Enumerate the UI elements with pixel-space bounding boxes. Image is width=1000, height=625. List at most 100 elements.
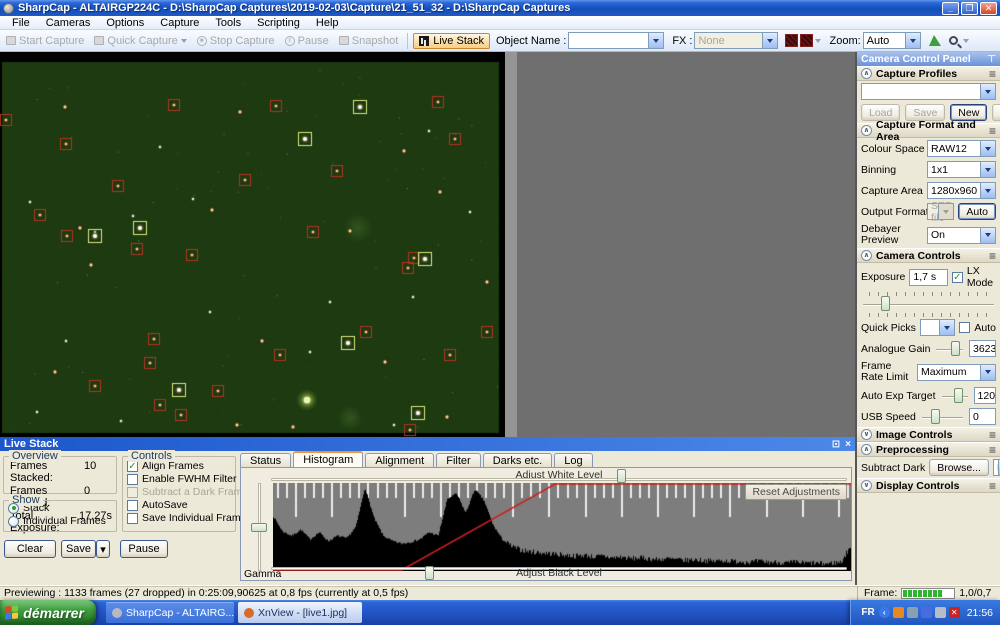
save-dropdown-button[interactable]: ▾ — [96, 540, 110, 558]
gamma-thumb[interactable] — [251, 523, 267, 532]
frame-rate-select[interactable]: Maximum — [917, 364, 996, 381]
lx-mode-checkbox[interactable]: ✓ — [952, 272, 963, 283]
gain-slider[interactable] — [934, 341, 965, 357]
checkbox-subtract-a-dark-frame[interactable]: ✓Subtract a Dark Frame — [123, 485, 235, 498]
sharpcap-app-icon[interactable] — [3, 3, 14, 14]
live-stack-button[interactable]: Live Stack — [413, 33, 490, 49]
chevron-down-icon[interactable] — [980, 228, 995, 243]
section-image-controls[interactable]: ∨ Image Controls ≡ — [857, 427, 1000, 442]
checkbox-icon[interactable]: ✓ — [127, 461, 138, 472]
section-menu-icon[interactable]: ≡ — [989, 124, 996, 138]
menu-item-options[interactable]: Options — [98, 16, 152, 29]
colour-adjust-icon[interactable] — [785, 34, 798, 47]
section-display-controls[interactable]: ∨ Display Controls ≡ — [857, 478, 1000, 493]
debayer-preview-select[interactable]: On — [927, 227, 996, 244]
reset-adjustments-button[interactable]: Reset Adjustments — [745, 484, 847, 500]
tab-log[interactable]: Log — [554, 453, 592, 467]
section-menu-icon[interactable]: ≡ — [989, 479, 996, 493]
close-icon[interactable]: × — [845, 439, 851, 450]
quick-picks-select[interactable] — [920, 319, 956, 336]
exposure-slider[interactable] — [861, 296, 996, 312]
menu-item-tools[interactable]: Tools — [207, 16, 249, 29]
chevron-down-icon[interactable] — [648, 33, 663, 48]
profile-select[interactable] — [861, 83, 996, 100]
radio-icon[interactable] — [8, 503, 19, 514]
exposure-input[interactable]: 1,7 s — [909, 269, 948, 286]
chevron-down-icon[interactable] — [980, 365, 995, 380]
colour-space-select[interactable]: RAW12 — [927, 140, 996, 157]
fx-select[interactable]: None — [694, 32, 778, 49]
menu-item-capture[interactable]: Capture — [152, 16, 207, 29]
white-level-thumb[interactable] — [617, 469, 626, 483]
restore-button[interactable]: ❐ — [961, 2, 978, 15]
section-menu-icon[interactable]: ≡ — [989, 67, 996, 81]
start-capture-button[interactable]: Start Capture — [2, 34, 88, 48]
hide-icons-icon[interactable]: ‹ — [879, 607, 890, 618]
expand-icon[interactable]: ∨ — [861, 480, 872, 491]
quick-capture-button[interactable]: Quick Capture — [90, 34, 190, 48]
antivirus-tray-icon[interactable] — [893, 607, 904, 618]
pin-icon[interactable]: ⊤ — [987, 54, 996, 65]
section-menu-icon[interactable]: ≡ — [989, 428, 996, 442]
section-capture-format[interactable]: ∧ Capture Format and Area ≡ — [857, 123, 1000, 138]
checkbox-enable-fwhm-filter[interactable]: ✓Enable FWHM Filter — [123, 472, 235, 485]
tab-alignment[interactable]: Alignment — [365, 453, 434, 467]
checkbox-save-individual-frames[interactable]: ✓Save Individual Frames — [123, 511, 235, 524]
section-capture-profiles[interactable]: ∧ Capture Profiles ≡ — [857, 66, 1000, 81]
capture-area-select[interactable]: 1280x960 — [927, 182, 996, 199]
chevron-down-icon[interactable] — [938, 204, 953, 219]
magnifier-icon[interactable] — [949, 36, 958, 45]
collapse-icon[interactable]: ∧ — [861, 68, 872, 79]
exposure-slider-thumb[interactable] — [881, 296, 890, 311]
error-tray-icon[interactable]: ✕ — [949, 607, 960, 618]
browse-dark-button[interactable]: Browse... — [929, 459, 989, 476]
chevron-down-icon[interactable] — [762, 33, 777, 48]
gain-slider-thumb[interactable] — [951, 341, 960, 356]
black-level-thumb[interactable] — [425, 566, 434, 580]
chevron-down-icon[interactable] — [939, 320, 954, 335]
auto-exp-slider-thumb[interactable] — [954, 388, 963, 403]
checkbox-icon[interactable]: ✓ — [127, 513, 138, 524]
tray-app3-icon[interactable] — [935, 607, 946, 618]
black-level-slider[interactable]: Adjust Black Level — [271, 566, 847, 579]
save-button[interactable]: Save — [61, 540, 96, 558]
quick-picks-auto-checkbox[interactable]: ✓ — [959, 322, 970, 333]
chevron-down-icon[interactable] — [963, 39, 969, 43]
tab-filter[interactable]: Filter — [436, 453, 480, 467]
stop-capture-button[interactable]: ■Stop Capture — [193, 34, 279, 48]
chevron-down-icon[interactable] — [980, 141, 995, 156]
profile-set-default-button[interactable]: Set Default — [992, 104, 1000, 121]
chevron-down-icon[interactable] — [980, 162, 995, 177]
usb-speed-slider[interactable] — [920, 409, 965, 425]
usb-speed-input[interactable]: 0 — [969, 408, 996, 425]
white-level-track[interactable] — [271, 478, 847, 481]
camera-preview-image[interactable] — [0, 52, 505, 437]
dark-select[interactable]: None — [993, 459, 1000, 476]
collapse-icon[interactable]: ∧ — [861, 444, 872, 455]
section-camera-controls[interactable]: ∧ Camera Controls ≡ — [857, 248, 1000, 263]
task-button-sharpcap[interactable]: SharpCap - ALTAIRG... — [106, 602, 234, 623]
menu-item-file[interactable]: File — [4, 16, 38, 29]
tab-status[interactable]: Status — [240, 453, 291, 467]
section-menu-icon[interactable]: ≡ — [989, 443, 996, 457]
show-option-individual-frames[interactable]: Individual Frames — [4, 514, 116, 527]
chevron-down-icon[interactable] — [905, 33, 920, 48]
radio-icon[interactable] — [8, 516, 19, 527]
output-format-auto-button[interactable]: Auto — [958, 203, 996, 220]
menu-item-help[interactable]: Help — [308, 16, 347, 29]
language-indicator[interactable]: FR — [861, 607, 874, 618]
chevron-down-icon[interactable] — [980, 183, 995, 198]
pause-button[interactable]: ‖Pause — [281, 34, 333, 48]
section-menu-icon[interactable]: ≡ — [989, 249, 996, 263]
collapse-icon[interactable]: ∧ — [861, 250, 872, 261]
checkbox-icon[interactable]: ✓ — [127, 500, 138, 511]
expand-icon[interactable]: ∨ — [861, 429, 872, 440]
close-button[interactable]: ✕ — [980, 2, 997, 15]
object-name-input[interactable] — [568, 32, 664, 49]
minimize-button[interactable]: _ — [942, 2, 959, 15]
white-level-slider[interactable]: Adjust White Level — [271, 469, 847, 482]
bayer-pattern-icon[interactable] — [800, 34, 813, 47]
output-format-select[interactable]: SER file — [927, 203, 954, 220]
menu-item-cameras[interactable]: Cameras — [38, 16, 99, 29]
auto-exp-slider[interactable] — [940, 388, 970, 404]
